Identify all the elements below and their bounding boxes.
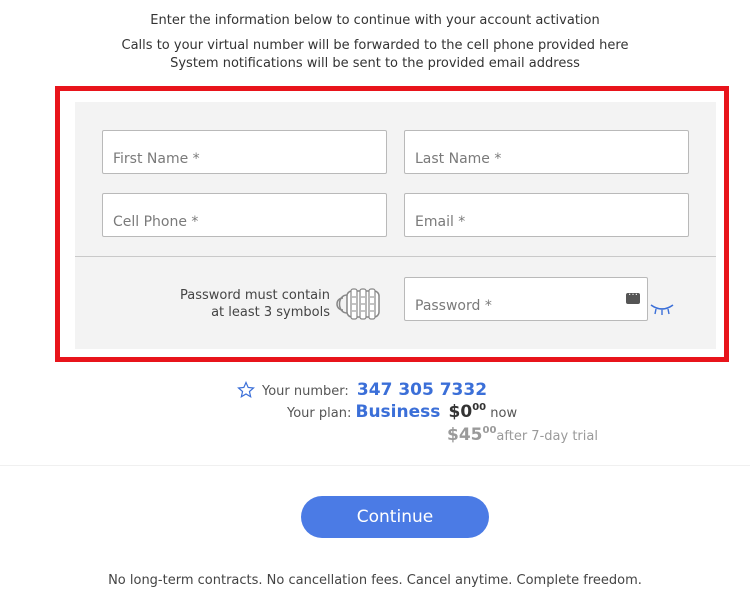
price-later: $4500 (447, 425, 496, 445)
footer-note: No long-term contracts. No cancellation … (108, 573, 642, 588)
price-later-row: $4500after 7-day trial (447, 425, 598, 445)
price-later-main: $45 (447, 425, 483, 445)
price-later-cents: 00 (482, 425, 497, 436)
price-now-cents: 00 (472, 402, 487, 413)
highlight-frame (55, 86, 729, 362)
intro-line-1: Enter the information below to continue … (150, 13, 600, 28)
section-separator (0, 465, 750, 466)
intro-line-2: Calls to your virtual number will be for… (121, 38, 629, 53)
continue-button[interactable]: Continue (301, 496, 489, 538)
your-number-row: Your number: 347 305 7332 (262, 380, 487, 400)
price-now: $000 (449, 402, 487, 422)
price-now-suffix: now (490, 406, 518, 421)
your-plan-row: Your plan: Business $000 now (287, 402, 517, 422)
your-number-label: Your number: (262, 384, 349, 399)
price-now-main: $0 (448, 402, 473, 422)
price-later-suffix: after 7-day trial (496, 429, 598, 444)
your-plan-label: Your plan: (287, 406, 352, 421)
your-plan-name: Business (355, 402, 441, 422)
your-number-value: 347 305 7332 (356, 380, 488, 400)
intro-line-3: System notifications will be sent to the… (170, 56, 580, 71)
star-icon (237, 381, 255, 398)
